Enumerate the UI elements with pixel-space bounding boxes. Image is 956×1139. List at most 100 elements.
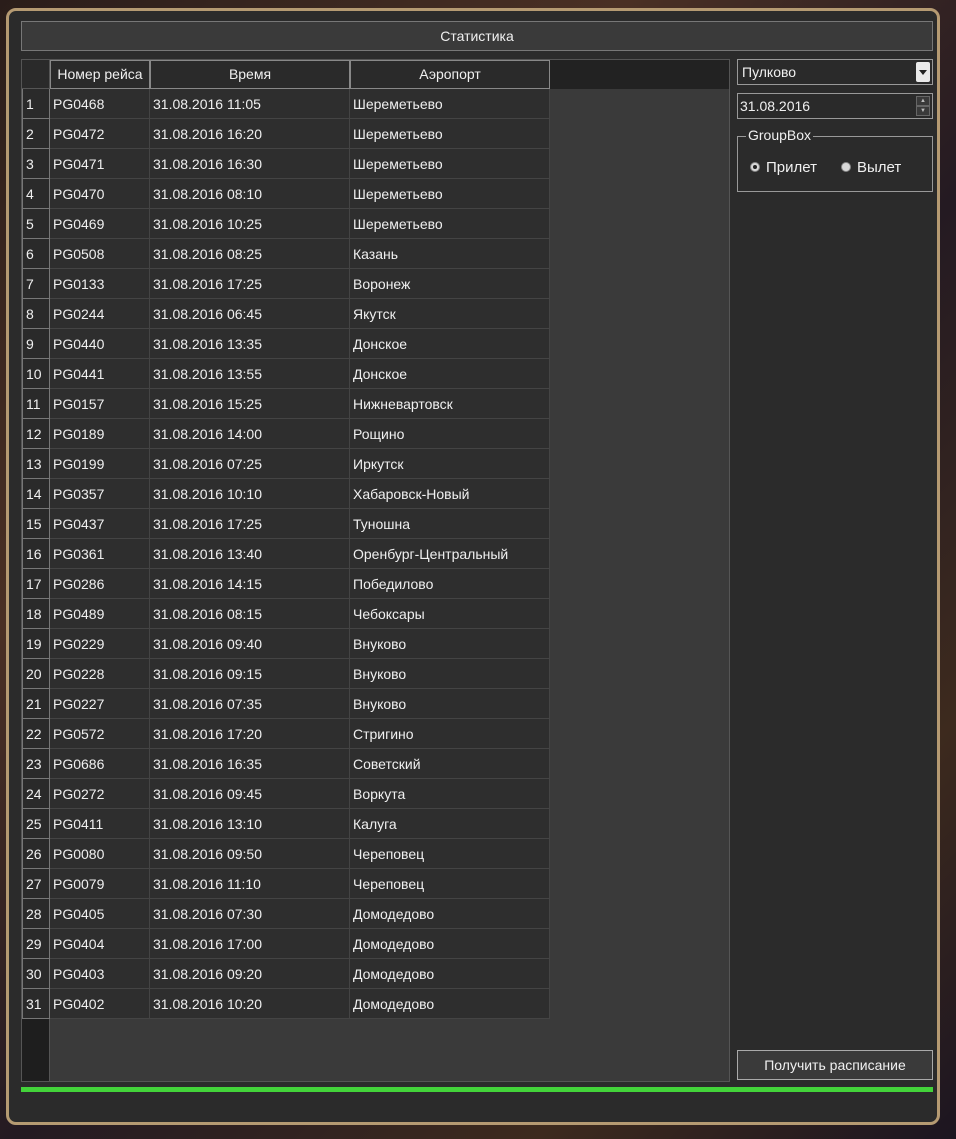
row-number-header[interactable]: 1 (22, 89, 50, 119)
row-number-header[interactable]: 6 (22, 239, 50, 269)
time-cell[interactable]: 31.08.2016 16:20 (150, 119, 350, 149)
table-row[interactable]: 21 PG0227 31.08.2016 07:35 Внуково (22, 689, 550, 719)
airport-cell[interactable]: Домодедово (350, 989, 550, 1019)
row-number-header[interactable]: 21 (22, 689, 50, 719)
row-number-header[interactable]: 24 (22, 779, 50, 809)
table-row[interactable]: 3 PG0471 31.08.2016 16:30 Шереметьево (22, 149, 550, 179)
row-number-header[interactable]: 20 (22, 659, 50, 689)
table-row[interactable]: 31 PG0402 31.08.2016 10:20 Домодедово (22, 989, 550, 1019)
time-cell[interactable]: 31.08.2016 07:35 (150, 689, 350, 719)
airport-cell[interactable]: Воркута (350, 779, 550, 809)
spin-down-icon[interactable]: ▼ (916, 106, 930, 116)
airport-cell[interactable]: Череповец (350, 869, 550, 899)
time-cell[interactable]: 31.08.2016 13:55 (150, 359, 350, 389)
table-row[interactable]: 24 PG0272 31.08.2016 09:45 Воркута (22, 779, 550, 809)
time-cell[interactable]: 31.08.2016 14:15 (150, 569, 350, 599)
table-row[interactable]: 23 PG0686 31.08.2016 16:35 Советский (22, 749, 550, 779)
flight-number-cell[interactable]: PG0489 (50, 599, 150, 629)
time-cell[interactable]: 31.08.2016 06:45 (150, 299, 350, 329)
time-cell[interactable]: 31.08.2016 13:40 (150, 539, 350, 569)
row-number-header[interactable]: 31 (22, 989, 50, 1019)
flight-number-cell[interactable]: PG0357 (50, 479, 150, 509)
table-row[interactable]: 20 PG0228 31.08.2016 09:15 Внуково (22, 659, 550, 689)
row-number-header[interactable]: 29 (22, 929, 50, 959)
row-number-header[interactable]: 25 (22, 809, 50, 839)
airport-cell[interactable]: Донское (350, 329, 550, 359)
airport-cell[interactable]: Внуково (350, 659, 550, 689)
row-number-header[interactable]: 19 (22, 629, 50, 659)
row-number-header[interactable]: 2 (22, 119, 50, 149)
table-row[interactable]: 15 PG0437 31.08.2016 17:25 Туношна (22, 509, 550, 539)
airport-cell[interactable]: Шереметьево (350, 119, 550, 149)
time-cell[interactable]: 31.08.2016 13:10 (150, 809, 350, 839)
airport-cell[interactable]: Советский (350, 749, 550, 779)
table-row[interactable]: 22 PG0572 31.08.2016 17:20 Стригино (22, 719, 550, 749)
airport-cell[interactable]: Воронеж (350, 269, 550, 299)
airport-cell[interactable]: Шереметьево (350, 179, 550, 209)
flight-number-cell[interactable]: PG0229 (50, 629, 150, 659)
departure-radio[interactable]: Вылет (841, 159, 901, 176)
flight-number-cell[interactable]: PG0133 (50, 269, 150, 299)
table-row[interactable]: 26 PG0080 31.08.2016 09:50 Череповец (22, 839, 550, 869)
table-row[interactable]: 27 PG0079 31.08.2016 11:10 Череповец (22, 869, 550, 899)
time-cell[interactable]: 31.08.2016 07:25 (150, 449, 350, 479)
airport-cell[interactable]: Донское (350, 359, 550, 389)
row-number-header[interactable]: 4 (22, 179, 50, 209)
airport-cell[interactable]: Шереметьево (350, 89, 550, 119)
table-row[interactable]: 14 PG0357 31.08.2016 10:10 Хабаровск-Новый (22, 479, 550, 509)
flight-number-cell[interactable]: PG0189 (50, 419, 150, 449)
row-number-header[interactable]: 23 (22, 749, 50, 779)
time-cell[interactable]: 31.08.2016 17:25 (150, 269, 350, 299)
time-cell[interactable]: 31.08.2016 10:25 (150, 209, 350, 239)
airport-cell[interactable]: Домодедово (350, 899, 550, 929)
airport-cell[interactable]: Нижневартовск (350, 389, 550, 419)
airport-cell[interactable]: Рощино (350, 419, 550, 449)
row-number-header[interactable]: 30 (22, 959, 50, 989)
time-cell[interactable]: 31.08.2016 14:00 (150, 419, 350, 449)
flight-number-cell[interactable]: PG0470 (50, 179, 150, 209)
arrival-radio[interactable]: Прилет (750, 159, 817, 176)
table-row[interactable]: 7 PG0133 31.08.2016 17:25 Воронеж (22, 269, 550, 299)
table-row[interactable]: 9 PG0440 31.08.2016 13:35 Донское (22, 329, 550, 359)
table-corner-button[interactable] (22, 60, 50, 89)
airport-cell[interactable]: Чебоксары (350, 599, 550, 629)
spin-up-icon[interactable]: ▲ (916, 96, 930, 106)
time-cell[interactable]: 31.08.2016 15:25 (150, 389, 350, 419)
flight-number-cell[interactable]: PG0404 (50, 929, 150, 959)
row-number-header[interactable]: 8 (22, 299, 50, 329)
time-cell[interactable]: 31.08.2016 10:10 (150, 479, 350, 509)
time-cell[interactable]: 31.08.2016 09:40 (150, 629, 350, 659)
airport-cell[interactable]: Стригино (350, 719, 550, 749)
time-cell[interactable]: 31.08.2016 08:25 (150, 239, 350, 269)
airport-cell[interactable]: Казань (350, 239, 550, 269)
flight-number-cell[interactable]: PG0686 (50, 749, 150, 779)
flight-number-cell[interactable]: PG0079 (50, 869, 150, 899)
flight-number-cell[interactable]: PG0472 (50, 119, 150, 149)
row-number-header[interactable]: 3 (22, 149, 50, 179)
table-row[interactable]: 8 PG0244 31.08.2016 06:45 Якутск (22, 299, 550, 329)
row-number-header[interactable]: 17 (22, 569, 50, 599)
row-number-header[interactable]: 16 (22, 539, 50, 569)
flight-number-cell[interactable]: PG0508 (50, 239, 150, 269)
column-header-airport[interactable]: Аэропорт (350, 60, 550, 89)
flight-number-cell[interactable]: PG0272 (50, 779, 150, 809)
time-cell[interactable]: 31.08.2016 09:15 (150, 659, 350, 689)
table-row[interactable]: 11 PG0157 31.08.2016 15:25 Нижневартовск (22, 389, 550, 419)
radio-unchecked-icon[interactable] (841, 162, 851, 173)
airport-cell[interactable]: Иркутск (350, 449, 550, 479)
flight-number-cell[interactable]: PG0437 (50, 509, 150, 539)
airport-cell[interactable]: Победилово (350, 569, 550, 599)
flight-number-cell[interactable]: PG0157 (50, 389, 150, 419)
table-row[interactable]: 13 PG0199 31.08.2016 07:25 Иркутск (22, 449, 550, 479)
table-row[interactable]: 12 PG0189 31.08.2016 14:00 Рощино (22, 419, 550, 449)
time-cell[interactable]: 31.08.2016 11:05 (150, 89, 350, 119)
flight-number-cell[interactable]: PG0286 (50, 569, 150, 599)
airport-cell[interactable]: Якутск (350, 299, 550, 329)
flight-number-cell[interactable]: PG0361 (50, 539, 150, 569)
flight-number-cell[interactable]: PG0199 (50, 449, 150, 479)
flight-number-cell[interactable]: PG0244 (50, 299, 150, 329)
chevron-down-icon[interactable] (916, 62, 930, 82)
airport-cell[interactable]: Домодедово (350, 929, 550, 959)
table-row[interactable]: 30 PG0403 31.08.2016 09:20 Домодедово (22, 959, 550, 989)
time-cell[interactable]: 31.08.2016 16:30 (150, 149, 350, 179)
